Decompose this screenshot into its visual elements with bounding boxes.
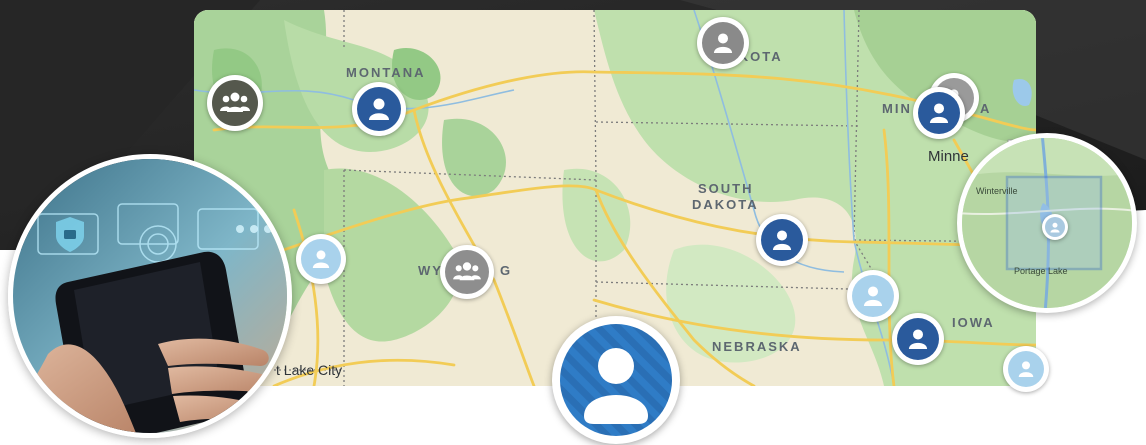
state-label-minnesota-left: MIN (882, 101, 912, 116)
state-label-south-dakota-1: SOUTH (698, 181, 754, 196)
person-icon (312, 250, 330, 268)
marker-group-montana-west[interactable] (207, 75, 263, 131)
marker-person-north-dakota[interactable] (697, 17, 749, 69)
person-icon (908, 329, 928, 349)
marker-group-wyoming[interactable] (440, 245, 494, 299)
person-icon (772, 230, 792, 250)
marker-person-idaho[interactable] (296, 234, 346, 284)
marker-person-montana[interactable] (352, 82, 406, 136)
marker-person-south-dakota[interactable] (756, 214, 808, 266)
person-icon (369, 98, 389, 120)
person-icon (560, 324, 672, 436)
state-label-south-dakota-2: DAKOTA (692, 197, 759, 212)
phone-photo-illustration (13, 159, 287, 433)
person-icon (1050, 222, 1060, 232)
group-icon (220, 92, 250, 112)
zoom-marker-person[interactable] (1042, 214, 1068, 240)
person-icon (929, 103, 949, 123)
zoom-town-bottom: Portage Lake (1014, 266, 1068, 276)
state-label-montana: MONTANA (346, 65, 426, 80)
group-icon (453, 262, 481, 281)
featured-user-marker[interactable] (552, 316, 680, 444)
person-icon (863, 286, 883, 306)
state-label-nebraska: NEBRASKA (712, 339, 802, 354)
state-label-minnesota-right: A (980, 101, 992, 116)
state-label-wyoming-right: G (500, 263, 513, 278)
marker-person-edge[interactable] (1003, 346, 1049, 392)
marker-person-iowa[interactable] (892, 313, 944, 365)
state-label-iowa: IOWA (952, 315, 995, 330)
marker-person-minnesota[interactable] (913, 87, 965, 139)
person-icon (1018, 361, 1034, 377)
phone-photo (8, 154, 292, 438)
person-icon (713, 33, 733, 53)
marker-person-iowa-west[interactable] (847, 270, 899, 322)
zoom-town-top: Winterville (976, 186, 1018, 196)
zoom-detail-view[interactable]: Winterville Portage Lake (957, 133, 1137, 313)
